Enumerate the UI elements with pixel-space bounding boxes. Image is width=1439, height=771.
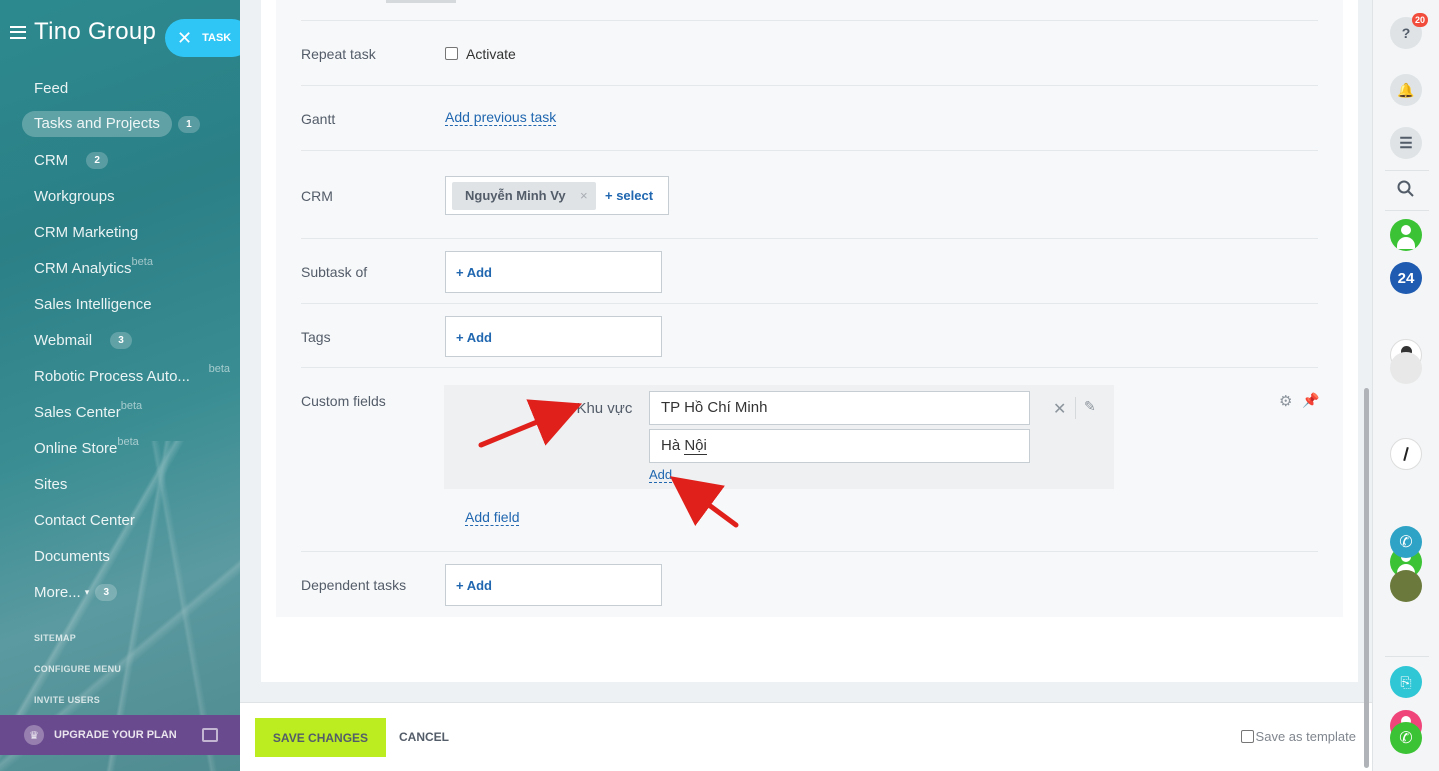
right-toolbar: ? 20 🔔 ☰ 24 ✆ ⎘ ✆ xyxy=(1372,0,1439,771)
form-footer: SAVE CHANGES CANCEL Save as template xyxy=(240,702,1372,771)
rightbar-divider xyxy=(1385,170,1429,171)
rightbar-divider xyxy=(1385,656,1429,657)
save-as-template-label[interactable]: Save as template xyxy=(1256,729,1356,744)
notifications-button[interactable]: 🔔 xyxy=(1390,74,1422,106)
search-button[interactable] xyxy=(1390,173,1422,205)
help-button[interactable]: ? 20 xyxy=(1390,13,1428,49)
contact-avatar[interactable] xyxy=(1390,352,1422,384)
help-icon: ? xyxy=(1401,25,1411,41)
bitrix24-button[interactable]: 24 xyxy=(1390,262,1422,294)
cancel-button[interactable]: CANCEL xyxy=(399,730,449,744)
scrollbar-thumb[interactable] xyxy=(1364,388,1369,768)
contact-avatar[interactable] xyxy=(1390,219,1422,251)
contact-avatar[interactable] xyxy=(1390,438,1422,470)
rightbar-divider xyxy=(1385,210,1429,211)
phone-icon: ✆ xyxy=(1399,730,1413,747)
save-as-template-checkbox[interactable] xyxy=(1240,730,1254,743)
open-lines-button[interactable]: ⎘ xyxy=(1390,666,1422,698)
call-button[interactable]: ✆ xyxy=(1390,722,1422,754)
save-as-template-option: Save as template xyxy=(1240,729,1356,744)
annotation-arrows xyxy=(478,399,739,528)
annotation-arrow-field-name xyxy=(478,399,583,448)
chat-button[interactable]: ☰ xyxy=(1390,127,1422,159)
save-changes-button[interactable]: SAVE CHANGES xyxy=(255,718,386,757)
contact-avatar[interactable] xyxy=(1390,395,1422,427)
b24-icon: 24 xyxy=(1397,269,1415,287)
help-badge: 20 xyxy=(1411,13,1428,27)
bell-icon: 🔔 xyxy=(1397,81,1415,98)
phone-icon: ✆ xyxy=(1399,534,1413,551)
open-lines-icon: ⎘ xyxy=(1400,673,1412,690)
phone-contact-button[interactable]: ✆ xyxy=(1390,526,1422,558)
chat-icon: ☰ xyxy=(1399,135,1413,152)
annotation-arrow-add-value xyxy=(669,476,739,528)
search-icon xyxy=(1397,180,1414,197)
contact-avatar[interactable] xyxy=(1390,570,1422,602)
